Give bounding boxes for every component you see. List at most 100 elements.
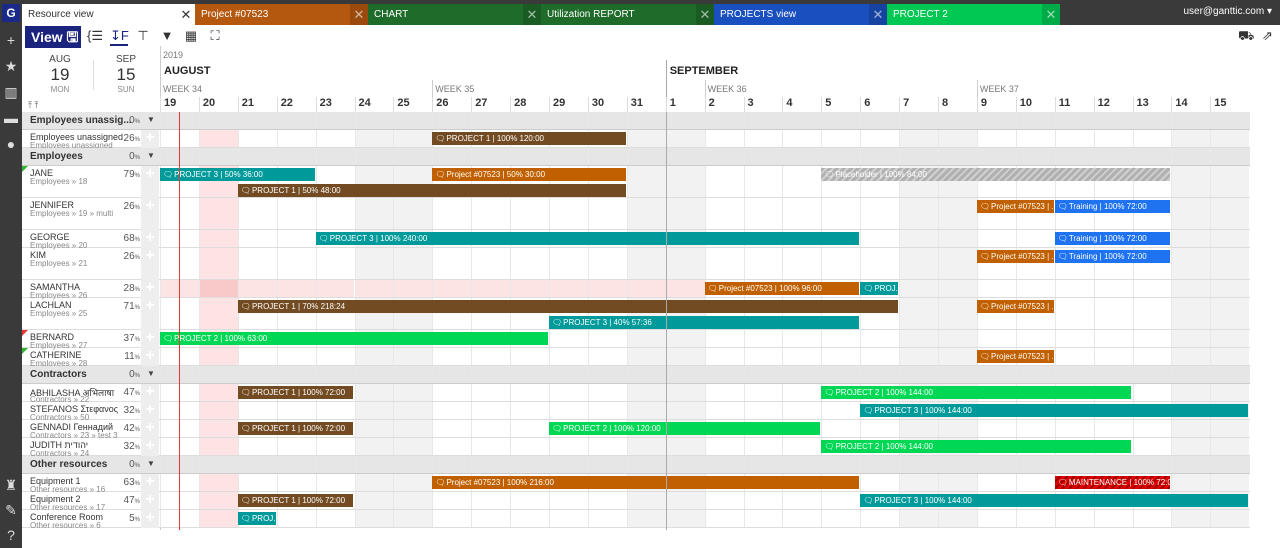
day-cell[interactable] — [471, 384, 510, 401]
day-cell[interactable] — [821, 148, 860, 165]
day-cell[interactable] — [626, 112, 666, 129]
day-cell[interactable] — [1093, 366, 1133, 383]
day-cell[interactable] — [587, 348, 627, 365]
day-cell[interactable] — [704, 112, 744, 129]
day-cell[interactable] — [549, 366, 588, 383]
booking-bar[interactable]: 🗨Project #07523 | 50% 30:00 — [432, 168, 626, 181]
day-cell[interactable] — [938, 474, 977, 491]
day-cell[interactable] — [704, 248, 744, 279]
day-cell[interactable] — [1093, 298, 1133, 329]
day-cell[interactable] — [198, 402, 238, 419]
add-booking-button[interactable]: + — [141, 438, 159, 456]
day-cell[interactable] — [1171, 474, 1211, 491]
day-cell[interactable] — [1093, 330, 1133, 347]
day-cell[interactable] — [510, 280, 549, 297]
day-cell[interactable] — [1132, 510, 1172, 527]
day-cell[interactable] — [860, 130, 899, 147]
booking-bar[interactable]: 🗨PROJECT 2 | 100% 144:00 — [821, 386, 1132, 399]
day-cell[interactable] — [276, 248, 316, 279]
day-cell[interactable] — [354, 130, 394, 147]
day-cell[interactable] — [1054, 130, 1094, 147]
day-cell[interactable] — [1015, 330, 1055, 347]
day-cell[interactable] — [860, 510, 899, 527]
day-cell[interactable] — [432, 402, 471, 419]
day-cell[interactable] — [976, 420, 1016, 437]
close-icon[interactable]: ✕ — [523, 4, 541, 25]
day-cell[interactable] — [1171, 438, 1211, 455]
day-cell[interactable] — [1093, 148, 1133, 165]
day-cell[interactable] — [1015, 510, 1055, 527]
day-cell[interactable] — [1093, 348, 1133, 365]
day-cell[interactable] — [1171, 166, 1211, 197]
day-cell[interactable] — [626, 348, 666, 365]
day-cell[interactable] — [860, 148, 899, 165]
add-booking-button[interactable]: + — [141, 492, 159, 510]
day-cell[interactable] — [1093, 420, 1133, 437]
day-cell[interactable] — [354, 492, 394, 509]
day-cell[interactable] — [432, 148, 471, 165]
day-cell[interactable] — [315, 130, 355, 147]
day-cell[interactable] — [743, 438, 783, 455]
day-cell[interactable] — [1054, 148, 1094, 165]
day-cell[interactable] — [743, 510, 783, 527]
drop-icon[interactable]: ● — [0, 134, 22, 154]
day-cell[interactable] — [587, 438, 627, 455]
paint-icon[interactable]: ⊤ — [134, 28, 152, 44]
calendar-icon[interactable]: ▦ — [182, 28, 200, 44]
day-cell[interactable] — [782, 492, 821, 509]
day-cell[interactable] — [626, 248, 666, 279]
day-cell[interactable] — [976, 366, 1016, 383]
plus-icon[interactable]: + — [0, 30, 22, 50]
day-cell[interactable] — [510, 112, 549, 129]
day-cell[interactable] — [315, 198, 355, 229]
day-cell[interactable] — [393, 384, 433, 401]
day-cell[interactable] — [743, 112, 783, 129]
resource-name[interactable]: Employees unassig... — [30, 115, 132, 126]
resource-name[interactable]: Other resources — [30, 459, 107, 470]
day-cell[interactable] — [1132, 280, 1172, 297]
day-cell[interactable] — [626, 130, 666, 147]
day-cell[interactable] — [198, 420, 238, 437]
day-cell[interactable] — [1171, 230, 1211, 247]
day-cell[interactable] — [549, 330, 588, 347]
day-cell[interactable] — [821, 112, 860, 129]
day-cell[interactable] — [471, 280, 511, 297]
day-cell[interactable] — [471, 438, 510, 455]
day-cell[interactable] — [626, 280, 666, 297]
day-cell[interactable] — [626, 402, 666, 419]
day-cell[interactable] — [821, 366, 860, 383]
day-cell[interactable] — [665, 510, 705, 527]
day-cell[interactable] — [432, 198, 471, 229]
day-cell[interactable] — [354, 348, 394, 365]
day-cell[interactable] — [626, 438, 666, 455]
day-cell[interactable] — [198, 248, 238, 279]
day-cell[interactable] — [665, 130, 705, 147]
booking-bar[interactable]: 🗨PROJECT 3 | 100% 144:00 — [860, 494, 1249, 507]
day-cell[interactable] — [1132, 366, 1172, 383]
day-cell[interactable] — [1093, 456, 1133, 473]
add-booking-button[interactable]: + — [141, 474, 159, 492]
day-cell[interactable] — [276, 510, 316, 527]
day-cell[interactable] — [1093, 130, 1133, 147]
day-cell[interactable] — [1015, 230, 1055, 247]
booking-bar[interactable]: 🗨PROJECT 1 | 50% 48:00 — [237, 184, 626, 197]
day-cell[interactable] — [198, 366, 238, 383]
day-cell[interactable] — [860, 474, 899, 491]
day-cell[interactable] — [1132, 456, 1172, 473]
day-cell[interactable] — [782, 130, 821, 147]
org-icon[interactable]: ♜ — [0, 475, 22, 495]
day-cell[interactable] — [860, 330, 899, 347]
day-cell[interactable] — [782, 248, 821, 279]
filter-icon[interactable]: ▼ — [158, 28, 176, 43]
day-cell[interactable] — [1210, 420, 1250, 437]
day-cell[interactable] — [976, 130, 1016, 147]
day-cell[interactable] — [432, 366, 471, 383]
day-cell[interactable] — [899, 130, 938, 147]
sort-icon[interactable]: ↧F — [110, 28, 129, 46]
day-cell[interactable] — [237, 198, 277, 229]
day-cell[interactable] — [237, 248, 277, 279]
day-cell[interactable] — [665, 366, 705, 383]
day-cell[interactable] — [393, 492, 433, 509]
close-icon[interactable]: ✕ — [350, 4, 368, 25]
day-cell[interactable] — [704, 510, 744, 527]
